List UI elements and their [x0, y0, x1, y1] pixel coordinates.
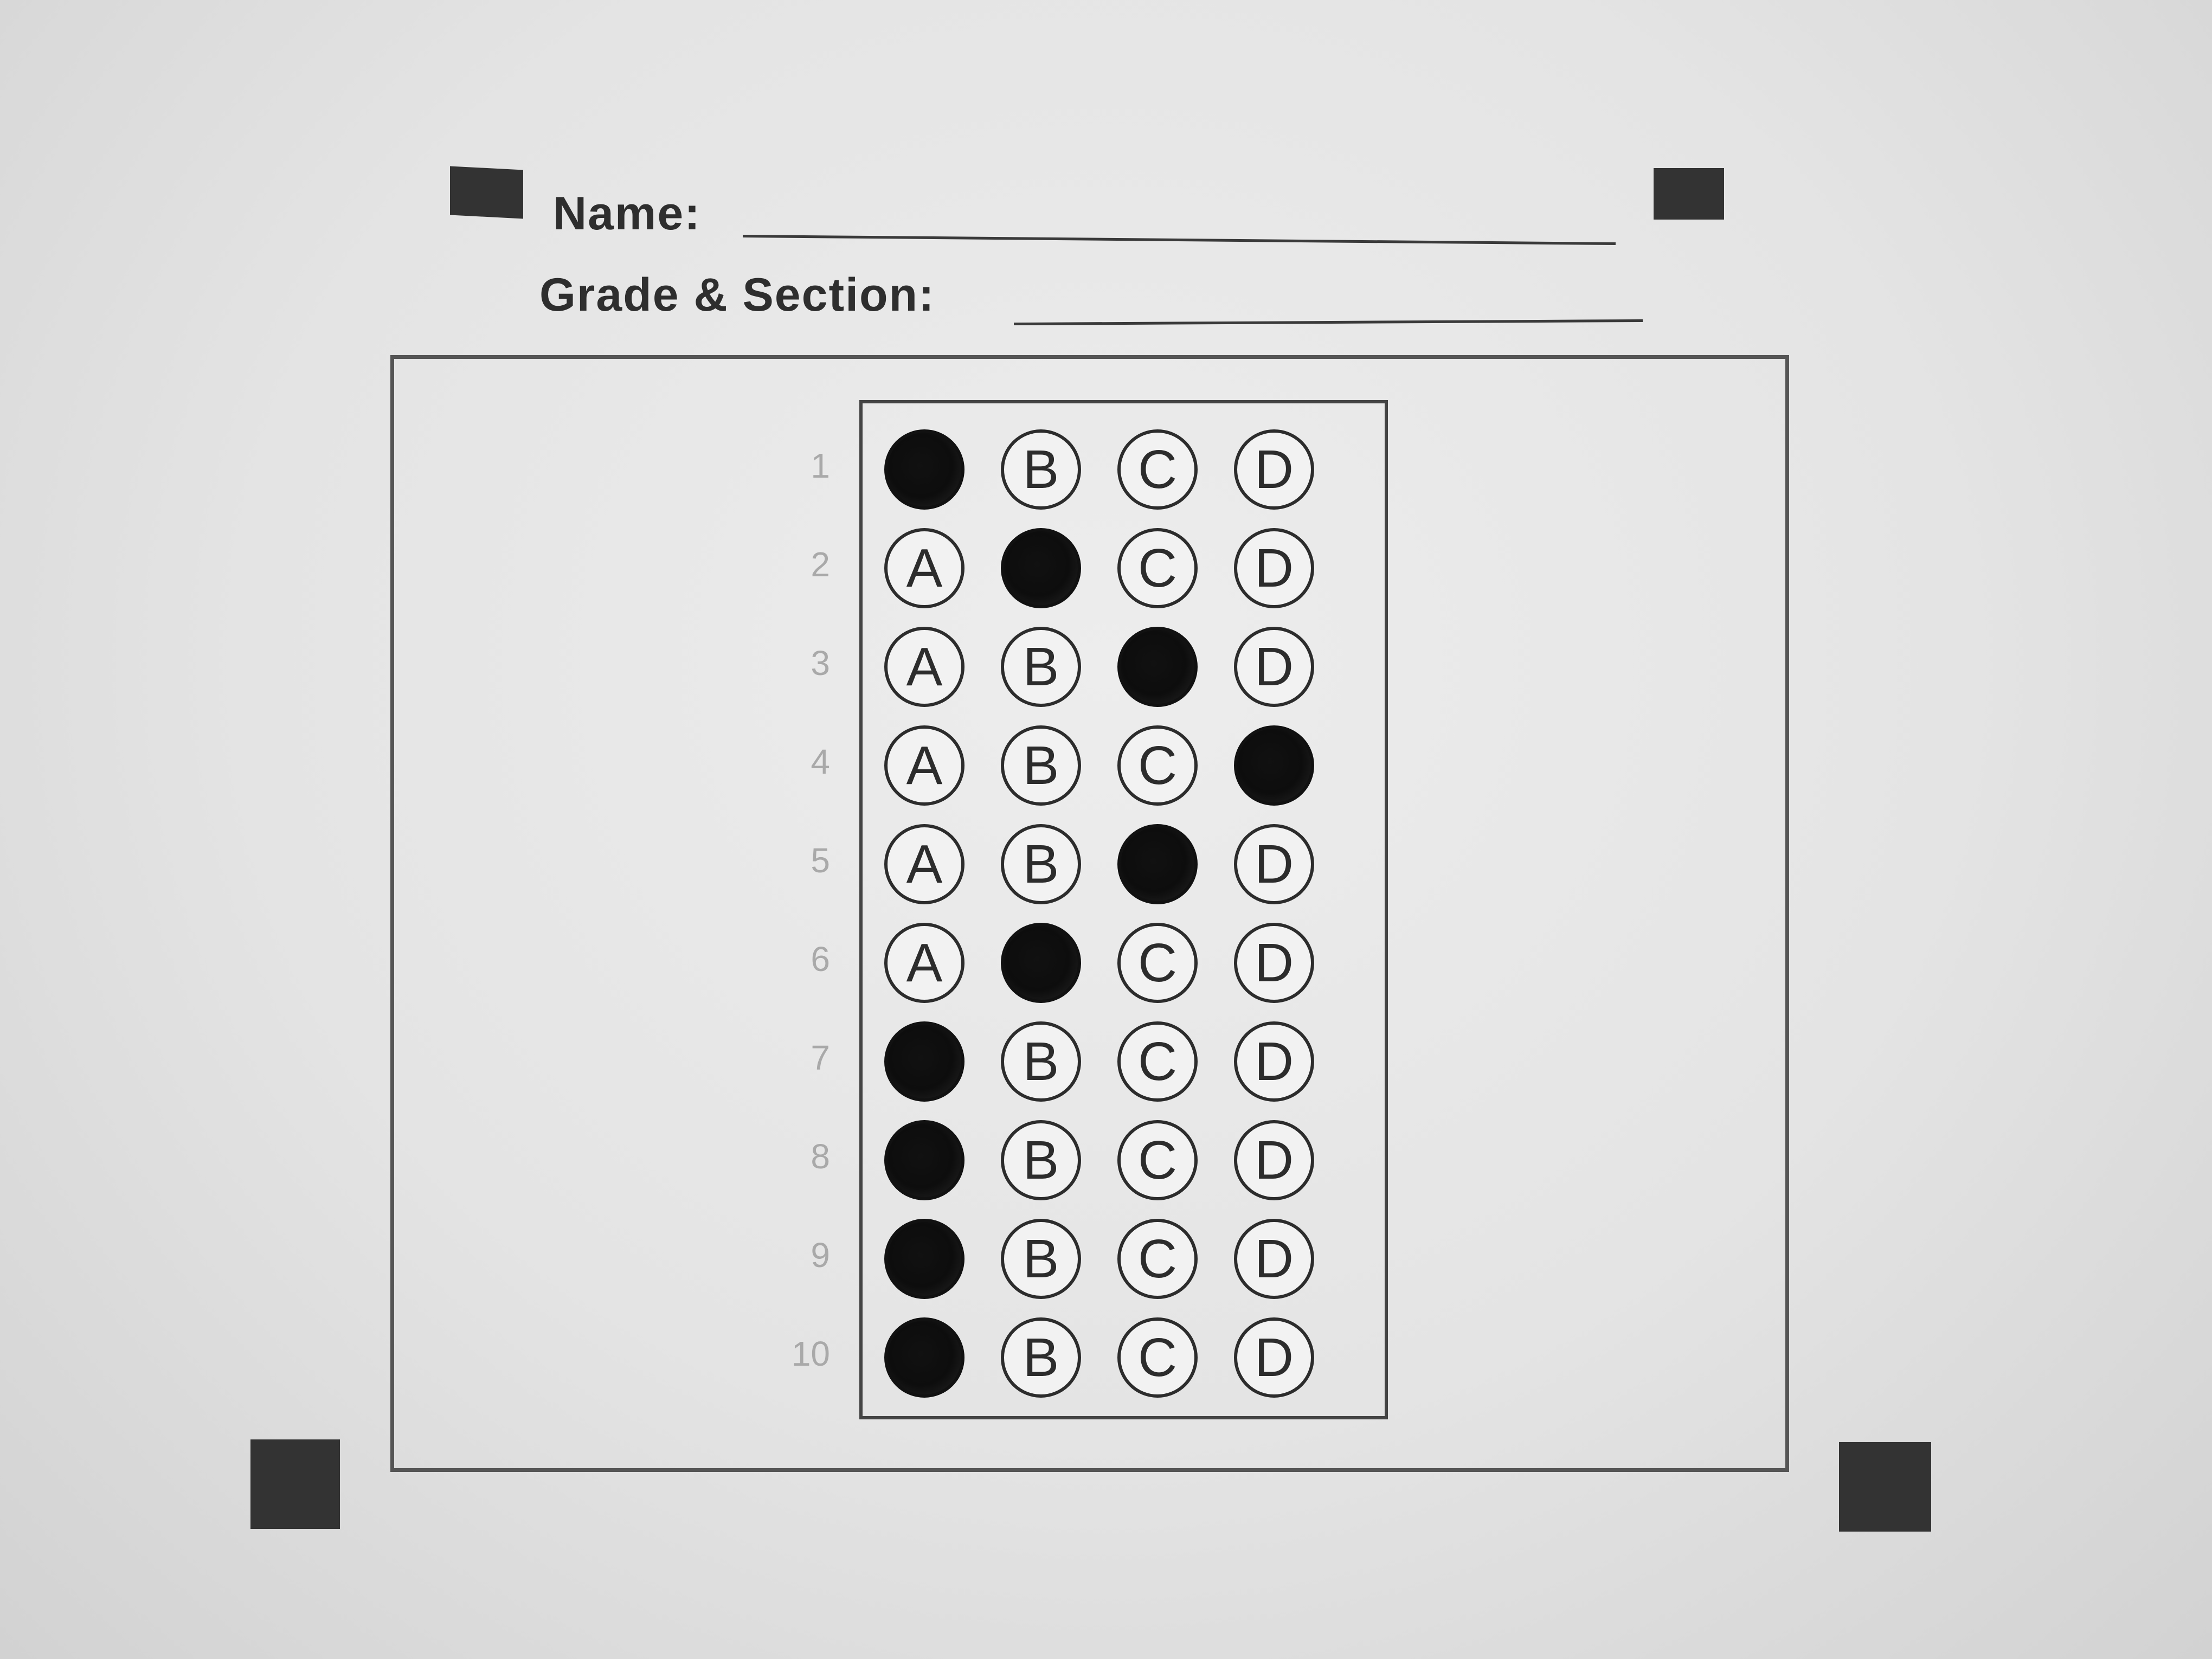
- answer-bubble-a[interactable]: A: [884, 725, 964, 806]
- name-field-line[interactable]: [743, 234, 1616, 246]
- answer-bubble-d[interactable]: D: [1234, 824, 1314, 904]
- question-number: 4: [811, 742, 830, 781]
- question-number: 1: [811, 446, 830, 485]
- answer-bubble-a[interactable]: A: [884, 528, 964, 608]
- answer-bubble-d[interactable]: D: [1234, 1021, 1314, 1102]
- question-row: 8 ABCD: [811, 1120, 1385, 1201]
- question-number: 10: [791, 1334, 830, 1373]
- question-row: 10 ABCD: [792, 1317, 1385, 1399]
- answer-bubble-a[interactable]: A: [884, 1219, 964, 1299]
- alignment-marker-top-right: [1654, 168, 1724, 220]
- answer-bubble-b[interactable]: B: [1001, 528, 1081, 608]
- answer-bubble-c[interactable]: C: [1117, 824, 1198, 904]
- answer-bubble-b[interactable]: B: [1001, 1219, 1081, 1299]
- question-row: 4 ABCD: [811, 725, 1385, 807]
- question-number: 2: [811, 545, 830, 584]
- answer-bubble-d[interactable]: D: [1234, 429, 1314, 510]
- answer-bubble-c[interactable]: C: [1117, 1120, 1198, 1200]
- answer-bubble-c[interactable]: C: [1117, 429, 1198, 510]
- grade-section-label: Grade & Section:: [539, 269, 935, 321]
- question-row: 5 ABCD: [811, 824, 1385, 905]
- grade-section-field-line[interactable]: [1013, 319, 1643, 326]
- answer-bubble-a[interactable]: A: [884, 1317, 964, 1398]
- question-row: 6 ABCD: [811, 923, 1385, 1004]
- answer-bubble-b[interactable]: B: [1001, 1021, 1081, 1102]
- alignment-marker-top-left: [450, 166, 523, 219]
- alignment-marker-bottom-right: [1839, 1442, 1931, 1532]
- question-row: 9 ABCD: [811, 1219, 1385, 1300]
- answer-bubble-b[interactable]: B: [1001, 627, 1081, 707]
- answer-bubble-c[interactable]: C: [1117, 1219, 1198, 1299]
- answer-sheet-page: Name: Grade & Section: 1ABCD2ABCD3ABCD4A…: [0, 0, 2212, 1659]
- name-label: Name:: [553, 188, 701, 240]
- question-row: 1 ABCD: [811, 429, 1385, 511]
- answer-bubble-c[interactable]: C: [1117, 725, 1198, 806]
- answer-bubble-d[interactable]: D: [1234, 627, 1314, 707]
- answer-bubble-d[interactable]: D: [1234, 528, 1314, 608]
- question-number: 6: [811, 940, 830, 979]
- answer-bubble-c[interactable]: C: [1117, 528, 1198, 608]
- answer-bubble-b[interactable]: B: [1001, 824, 1081, 904]
- answer-bubble-d[interactable]: D: [1234, 1120, 1314, 1200]
- answer-bubble-b[interactable]: B: [1001, 923, 1081, 1003]
- answer-bubble-a[interactable]: A: [884, 824, 964, 904]
- answer-bubble-c[interactable]: C: [1117, 923, 1198, 1003]
- question-row: 2 ABCD: [811, 528, 1385, 609]
- answer-bubble-c[interactable]: C: [1117, 1317, 1198, 1398]
- answer-bubble-d[interactable]: D: [1234, 725, 1314, 806]
- answer-bubble-b[interactable]: B: [1001, 1317, 1081, 1398]
- question-row: 3 ABCD: [811, 627, 1385, 708]
- answer-bubble-d[interactable]: D: [1234, 1317, 1314, 1398]
- answer-bubble-a[interactable]: A: [884, 627, 964, 707]
- answer-bubble-a[interactable]: A: [884, 923, 964, 1003]
- answer-bubble-a[interactable]: A: [884, 429, 964, 510]
- question-number: 9: [811, 1236, 830, 1275]
- answer-bubble-b[interactable]: B: [1001, 429, 1081, 510]
- question-number: 7: [811, 1038, 830, 1077]
- answer-bubble-d[interactable]: D: [1234, 1219, 1314, 1299]
- answer-bubble-b[interactable]: B: [1001, 725, 1081, 806]
- answer-bubble-a[interactable]: A: [884, 1021, 964, 1102]
- answer-bubble-d[interactable]: D: [1234, 923, 1314, 1003]
- answer-bubble-a[interactable]: A: [884, 1120, 964, 1200]
- bubble-grid: 1ABCD2ABCD3ABCD4ABCD5ABCD6ABCD7ABCD8ABCD…: [792, 400, 1388, 1419]
- answer-bubble-c[interactable]: C: [1117, 627, 1198, 707]
- question-row: 7 ABCD: [811, 1021, 1385, 1103]
- question-number: 3: [811, 644, 830, 683]
- question-number: 8: [811, 1137, 830, 1176]
- answer-bubble-c[interactable]: C: [1117, 1021, 1198, 1102]
- question-number: 5: [811, 841, 830, 880]
- answer-bubble-b[interactable]: B: [1001, 1120, 1081, 1200]
- alignment-marker-bottom-left: [250, 1439, 340, 1529]
